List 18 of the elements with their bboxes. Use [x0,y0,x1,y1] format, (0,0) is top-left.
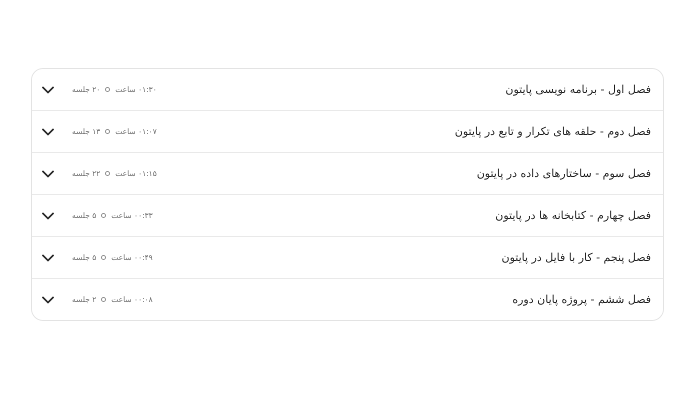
chevron-down-icon[interactable] [42,86,54,94]
separator-dot-icon [105,171,110,176]
chapter-title: فصل سوم - ساختارهای داده در پایتون [476,167,651,180]
chapter-title: فصل دوم - حلقه های تکرار و تابع در پایتون [454,125,651,138]
chapter-title: فصل اول - برنامه نویسی پایتون [505,83,651,96]
chapter-title: فصل ششم - پروژه پایان دوره [512,293,651,306]
separator-dot-icon [101,297,106,302]
chevron-down-icon[interactable] [42,254,54,262]
chevron-down-icon[interactable] [42,212,54,220]
separator-dot-icon [101,213,106,218]
separator-dot-icon [105,87,110,92]
chapter-title: فصل پنجم - کار با فایل در پایتون [502,251,651,264]
separator-dot-icon [105,129,110,134]
chevron-down-icon[interactable] [42,128,54,136]
chevron-down-icon[interactable] [42,170,54,178]
chapter-title: فصل چهارم - کتابخانه ها در پایتون [495,209,651,222]
chevron-down-icon[interactable] [42,296,54,304]
separator-dot-icon [101,255,106,260]
